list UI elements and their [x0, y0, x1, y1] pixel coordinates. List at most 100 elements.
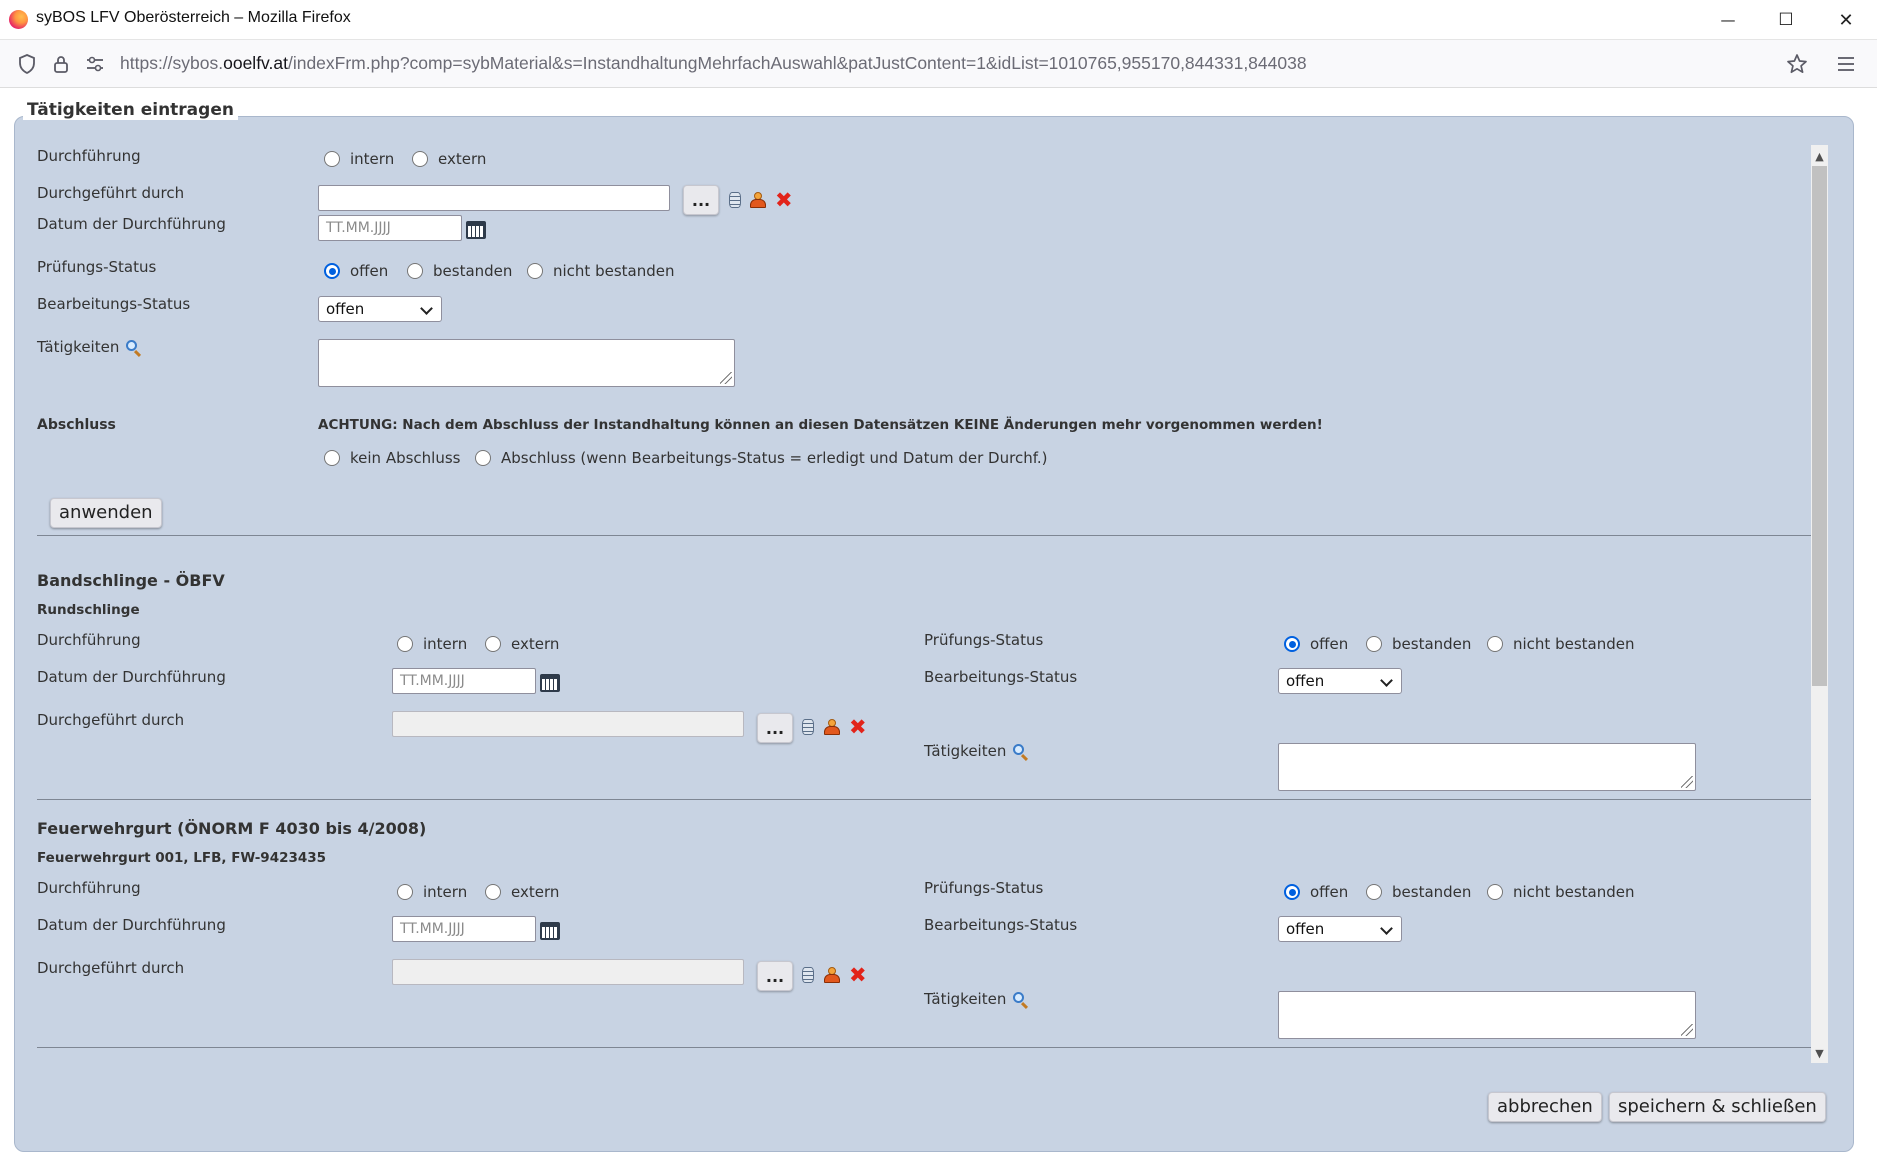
radio-label: nicht bestanden: [1513, 635, 1635, 653]
database-icon[interactable]: [729, 192, 741, 208]
pruefung-label: Prüfungs-Status: [924, 631, 1044, 649]
calendar-icon[interactable]: [540, 674, 560, 692]
item2-intern-radio[interactable]: intern: [397, 883, 467, 901]
radio-label: Abschluss (wenn Bearbeitungs-Status = er…: [501, 449, 1048, 467]
radio-circle[interactable]: [397, 884, 413, 900]
item2-durchgefuehrt-input[interactable]: [392, 959, 744, 985]
scroll-up-arrow-icon[interactable]: ▲: [1811, 147, 1828, 165]
select-person-button[interactable]: ...: [757, 713, 793, 743]
radio-circle[interactable]: [412, 151, 428, 167]
radio-circle[interactable]: [475, 450, 491, 466]
database-icon[interactable]: [802, 719, 814, 735]
url-field[interactable]: https://sybos.ooelfv.at/indexFrm.php?com…: [120, 53, 1307, 74]
calendar-icon[interactable]: [466, 221, 486, 239]
close-button[interactable]: ✕: [1817, 0, 1875, 40]
item1-pruefung-offen-radio[interactable]: offen: [1284, 635, 1348, 653]
item2-taetigkeiten-textarea[interactable]: [1278, 991, 1696, 1039]
select-person-button[interactable]: ...: [757, 961, 793, 991]
taetigkeiten-label: Tätigkeiten: [37, 338, 120, 356]
radio-circle[interactable]: [397, 636, 413, 652]
database-icon[interactable]: [802, 967, 814, 983]
item1-pruefung-nicht-bestanden-radio[interactable]: nicht bestanden: [1487, 635, 1634, 653]
item1-intern-radio[interactable]: intern: [397, 635, 467, 653]
taetigkeiten-textarea[interactable]: [318, 339, 735, 387]
item2-bearbeitung-select[interactable]: offen: [1278, 916, 1402, 942]
radio-label: nicht bestanden: [1513, 883, 1635, 901]
item2-pruefung-offen-radio[interactable]: offen: [1284, 883, 1348, 901]
durchfuehrung-extern-radio[interactable]: extern: [412, 150, 486, 168]
item-title: Bandschlinge - ÖBFV: [37, 571, 225, 590]
durchgefuehrt-label: Durchgeführt durch: [37, 184, 185, 202]
item2-datum-input[interactable]: TT.MM.JJJJ: [392, 916, 536, 942]
url-domain: ooelfv.at: [223, 53, 288, 73]
search-icon[interactable]: [1012, 743, 1030, 762]
durchgefuehrt-input[interactable]: [318, 185, 670, 211]
calendar-icon[interactable]: [540, 922, 560, 940]
url-prefix: https://sybos.: [120, 53, 224, 73]
anwenden-button[interactable]: anwenden: [50, 498, 162, 528]
radio-circle[interactable]: [485, 884, 501, 900]
durchgefuehrt-label: Durchgeführt durch: [37, 711, 185, 729]
radio-circle[interactable]: [1284, 884, 1300, 900]
bearbeitung-select[interactable]: offen: [318, 296, 442, 322]
item1-datum-input[interactable]: TT.MM.JJJJ: [392, 668, 536, 694]
bookmark-star-icon[interactable]: [1784, 51, 1810, 77]
item1-durchgefuehrt-input[interactable]: [392, 711, 744, 737]
pruefung-offen-radio[interactable]: offen: [324, 262, 388, 280]
menu-icon[interactable]: [1833, 51, 1859, 77]
radio-circle[interactable]: [1284, 636, 1300, 652]
radio-label: extern: [511, 635, 560, 653]
abschluss-radio[interactable]: Abschluss (wenn Bearbeitungs-Status = er…: [475, 449, 1048, 467]
pruefung-bestanden-radio[interactable]: bestanden: [407, 262, 512, 280]
item1-bearbeitung-select[interactable]: offen: [1278, 668, 1402, 694]
item2-pruefung-nicht-bestanden-radio[interactable]: nicht bestanden: [1487, 883, 1634, 901]
lock-icon[interactable]: [48, 51, 74, 77]
radio-circle[interactable]: [324, 263, 340, 279]
radio-label: extern: [511, 883, 560, 901]
radio-circle[interactable]: [1487, 884, 1503, 900]
durchfuehrung-label: Durchführung: [37, 631, 141, 649]
fieldset-legend: Tätigkeiten eintragen: [23, 100, 238, 120]
item2-extern-radio[interactable]: extern: [485, 883, 559, 901]
clear-icon[interactable]: ✖: [849, 717, 867, 738]
datum-input[interactable]: TT.MM.JJJJ: [318, 215, 462, 241]
radio-circle[interactable]: [1366, 884, 1382, 900]
person-icon[interactable]: [750, 192, 766, 208]
pruefung-label: Prüfungs-Status: [37, 258, 157, 276]
search-icon[interactable]: [1012, 991, 1030, 1010]
search-icon[interactable]: [125, 339, 143, 358]
radio-circle[interactable]: [324, 151, 340, 167]
radio-circle[interactable]: [1487, 636, 1503, 652]
radio-circle[interactable]: [485, 636, 501, 652]
durchfuehrung-intern-radio[interactable]: intern: [324, 150, 394, 168]
clear-icon[interactable]: ✖: [775, 190, 793, 211]
radio-circle[interactable]: [407, 263, 423, 279]
kein-abschluss-radio[interactable]: kein Abschluss: [324, 449, 460, 467]
person-icon[interactable]: [824, 967, 840, 983]
permissions-icon[interactable]: [82, 51, 108, 77]
scrollbar-thumb[interactable]: [1812, 166, 1827, 686]
shield-icon[interactable]: [14, 51, 40, 77]
minimize-button[interactable]: —: [1699, 0, 1757, 40]
radio-circle[interactable]: [1366, 636, 1382, 652]
pruefung-label: Prüfungs-Status: [924, 879, 1044, 897]
scroll-down-arrow-icon[interactable]: ▼: [1811, 1044, 1828, 1062]
pruefung-nicht-bestanden-radio[interactable]: nicht bestanden: [527, 262, 674, 280]
radio-circle[interactable]: [324, 450, 340, 466]
datum-label: Datum der Durchführung: [37, 916, 226, 934]
radio-label: intern: [350, 150, 395, 168]
maximize-button[interactable]: ☐: [1757, 0, 1815, 40]
item1-pruefung-bestanden-radio[interactable]: bestanden: [1366, 635, 1471, 653]
item2-pruefung-bestanden-radio[interactable]: bestanden: [1366, 883, 1471, 901]
person-icon[interactable]: [824, 719, 840, 735]
speichern-schliessen-button[interactable]: speichern & schließen: [1609, 1092, 1826, 1122]
abbrechen-button[interactable]: abbrechen: [1488, 1092, 1602, 1122]
clear-icon[interactable]: ✖: [849, 965, 867, 986]
durchfuehrung-label: Durchführung: [37, 147, 141, 165]
item1-taetigkeiten-textarea[interactable]: [1278, 743, 1696, 791]
item1-extern-radio[interactable]: extern: [485, 635, 559, 653]
durchfuehrung-label: Durchführung: [37, 879, 141, 897]
radio-circle[interactable]: [527, 263, 543, 279]
select-person-button[interactable]: ...: [683, 185, 719, 215]
bearbeitung-label: Bearbeitungs-Status: [924, 668, 1078, 686]
